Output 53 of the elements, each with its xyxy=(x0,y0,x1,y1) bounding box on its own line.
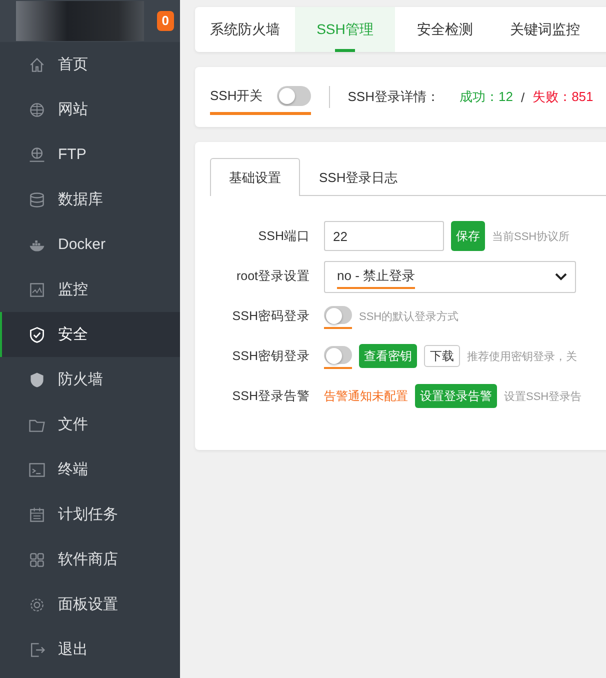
chevron-down-icon xyxy=(555,273,567,281)
sidebar-item[interactable]: Docker xyxy=(0,222,180,267)
sidebar-item[interactable]: 文件 xyxy=(0,402,180,447)
field-label: SSH密码登录 xyxy=(231,308,310,324)
sidebar-item[interactable]: 终端 xyxy=(0,447,180,492)
sidebar-item[interactable]: 数据库 xyxy=(0,177,180,222)
hint-text: 设置SSH登录告 xyxy=(504,390,582,404)
field-label: root登录设置 xyxy=(235,268,310,284)
field-label: SSH密钥登录 xyxy=(231,348,310,364)
sidebar-item[interactable]: 安全 xyxy=(0,312,180,357)
settings-icon xyxy=(28,596,46,614)
globe-network-icon xyxy=(28,146,46,164)
download-button[interactable]: 下载 xyxy=(424,345,460,367)
failure-count: 失败：851 xyxy=(532,88,594,106)
sidebar-item[interactable]: 防火墙 xyxy=(0,357,180,402)
tab[interactable]: 基础设置 xyxy=(210,158,300,196)
sidebar-item[interactable]: 退出 xyxy=(0,627,180,672)
toggle-switch[interactable] xyxy=(324,346,352,364)
terminal-icon xyxy=(28,460,46,478)
sidebar-item[interactable]: 面板设置 xyxy=(0,582,180,627)
hint-text: SSH的默认登录方式 xyxy=(359,310,459,324)
field-label: SSH端口 xyxy=(257,228,310,244)
logout-icon xyxy=(28,640,46,658)
sidebar-item[interactable]: 网站 xyxy=(0,87,180,132)
shield-check-icon xyxy=(28,326,46,344)
ssh-toggle[interactable] xyxy=(276,86,311,106)
hint-text: 当前SSH协议所 xyxy=(492,230,570,244)
select-field[interactable]: no - 禁止登录 xyxy=(324,261,576,293)
shield-icon xyxy=(28,370,46,388)
sidebar-item[interactable]: 计划任务 xyxy=(0,492,180,537)
alert-status-text: 告警通知未配置 xyxy=(324,388,408,404)
tab[interactable]: 关键词监控 xyxy=(495,7,595,52)
tab[interactable]: SSH登录日志 xyxy=(300,158,417,196)
globe-icon xyxy=(28,100,46,118)
toggle-switch[interactable] xyxy=(324,306,352,324)
monitor-chart-icon xyxy=(28,280,46,298)
ssh-switch-label: SSH开关 xyxy=(210,86,263,104)
hint-text: 推荐使用密钥登录，关 xyxy=(467,350,577,364)
sidebar-item[interactable]: 软件商店 xyxy=(0,537,180,582)
sidebar-item[interactable]: 首页 xyxy=(0,42,180,87)
house-icon xyxy=(28,56,46,74)
grid-icon xyxy=(28,550,46,568)
separator-text: / xyxy=(520,90,525,104)
sidebar-item[interactable]: 监控 xyxy=(0,267,180,312)
tab[interactable]: 安全检测 xyxy=(395,7,495,52)
calendar-icon xyxy=(28,506,46,524)
tab[interactable]: 系统防火墙 xyxy=(195,7,295,52)
database-icon xyxy=(28,190,46,208)
login-details-label: SSH登录详情： xyxy=(348,88,440,106)
success-count: 成功：12 xyxy=(459,88,513,106)
field-label: SSH登录告警 xyxy=(231,388,310,404)
sidebar-item[interactable]: FTP xyxy=(0,132,180,177)
port-input-field[interactable]: 22 xyxy=(324,221,444,251)
